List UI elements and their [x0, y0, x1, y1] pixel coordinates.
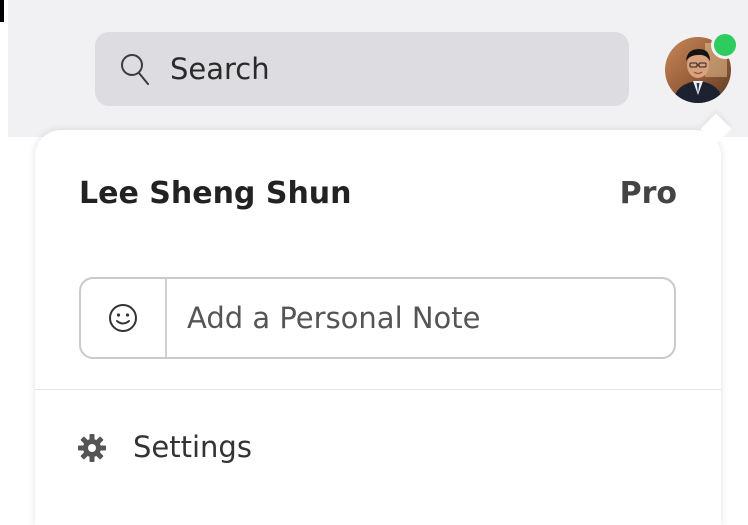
note-icon-box[interactable] [81, 279, 167, 357]
note-placeholder: Add a Personal Note [187, 301, 481, 335]
search-box[interactable]: Search [95, 32, 629, 106]
edge-mark [0, 0, 4, 22]
user-name: Lee Sheng Shun [79, 176, 352, 211]
search-label: Search [170, 52, 270, 86]
divider [35, 389, 721, 390]
personal-note-field[interactable]: Add a Personal Note [79, 277, 676, 359]
settings-menu-item[interactable]: Settings [35, 420, 721, 480]
top-bar: Search [8, 0, 748, 137]
plan-badge: Pro [619, 176, 677, 211]
search-icon [121, 54, 149, 85]
settings-label: Settings [133, 430, 252, 464]
avatar-button[interactable] [665, 31, 739, 103]
profile-panel: Lee Sheng Shun Pro Add a Personal Note S… [35, 113, 732, 525]
presence-dot [711, 31, 739, 59]
gear-icon [78, 434, 106, 462]
smiley-icon [109, 304, 137, 332]
